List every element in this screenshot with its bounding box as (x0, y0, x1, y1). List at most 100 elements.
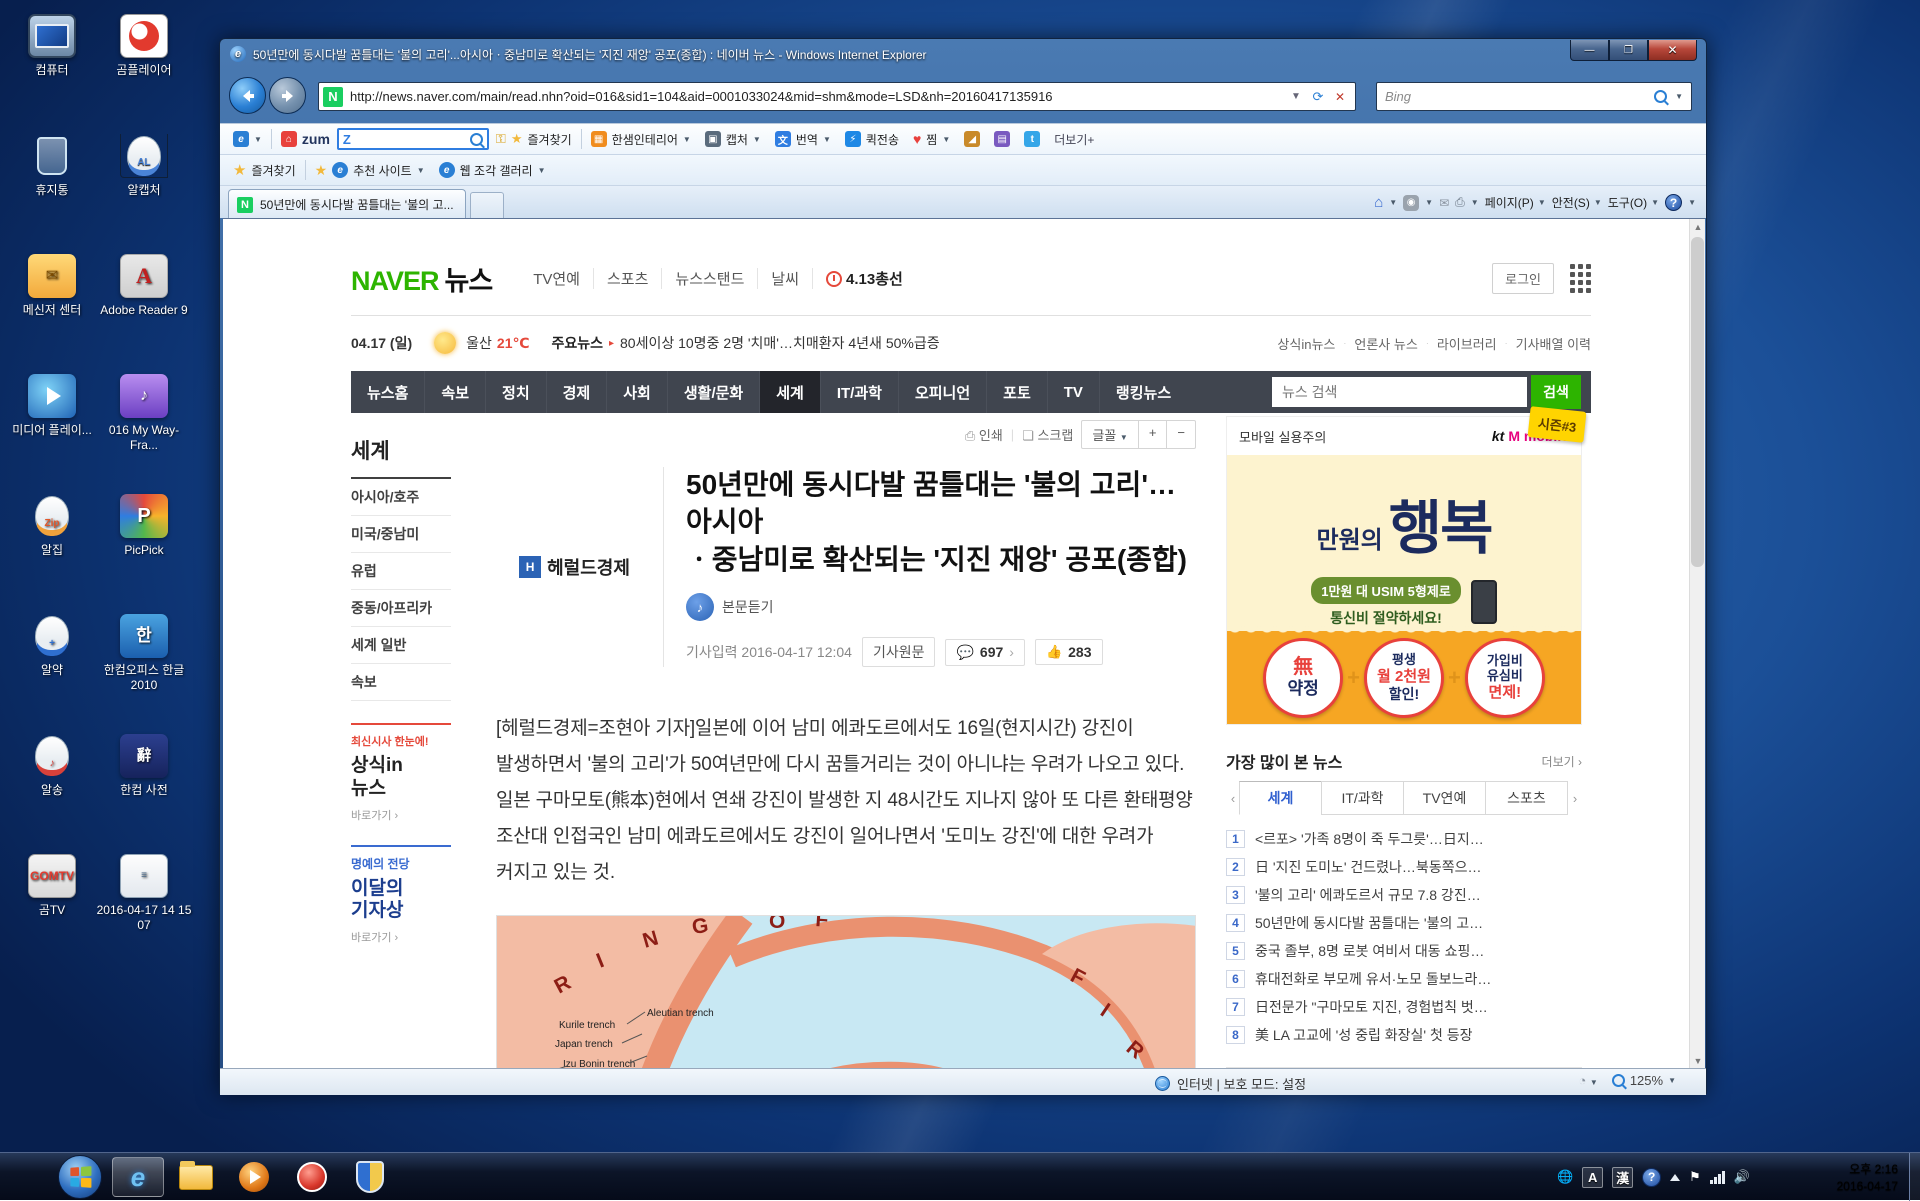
show-hidden-icons[interactable] (1670, 1174, 1680, 1181)
sidebar-item-asia[interactable]: 아시아/호주 (351, 479, 451, 516)
horn-button[interactable]: ◢ (957, 127, 987, 151)
network-icon[interactable] (1710, 1171, 1725, 1184)
nav-newshome[interactable]: 뉴스홈 (351, 371, 424, 413)
vertical-scrollbar[interactable]: ▲ ▼ (1689, 219, 1705, 1068)
taskbar-alyac-button[interactable] (344, 1157, 396, 1197)
help-icon[interactable]: ? (1665, 194, 1682, 211)
news-list-item[interactable]: 7 日전문가 "구마모토 지진, 경험법칙 벗… (1226, 993, 1582, 1021)
tab-tv-enter[interactable]: TV연예 (1403, 781, 1486, 815)
start-button[interactable] (58, 1155, 102, 1199)
refresh-icon[interactable]: ⟳ (1307, 89, 1329, 105)
address-bar[interactable]: N http://news.naver.com/main/read.nhn?oi… (318, 82, 1356, 111)
news-list-item[interactable]: 4 50년만에 동시다발 꿈틀대는 '불의 고… (1226, 909, 1582, 937)
forward-button[interactable] (269, 77, 306, 114)
sidebar-item-europe[interactable]: 유럽 (351, 553, 451, 590)
news-list-item[interactable]: 8 美 LA 고교에 '성 중립 화장실' 첫 등장 (1226, 1021, 1582, 1049)
desktop-icon-text-file[interactable]: ≡ 2016-04-17 14 15 07 (96, 854, 192, 933)
font-size-button[interactable]: 글꼴 ▼ (1082, 421, 1137, 448)
taskbar-ie-button[interactable]: e (112, 1157, 164, 1197)
rss-dropdown-icon[interactable]: ▼ (1425, 198, 1433, 207)
back-button[interactable] (229, 77, 266, 114)
magnifier-icon[interactable] (1654, 90, 1667, 103)
print-dropdown-icon[interactable]: ▼ (1471, 198, 1479, 207)
nav-tv[interactable]: TV (1047, 371, 1099, 413)
most-viewed-more-link[interactable]: 더보기 › (1542, 753, 1582, 770)
nav-it-science[interactable]: IT/과학 (820, 371, 898, 413)
original-article-button[interactable]: 기사원문 (862, 637, 936, 667)
news-list-item[interactable]: 3 '불의 고리' 에콰도르서 규모 7.8 강진… (1226, 881, 1582, 909)
maximize-button[interactable]: ❐ (1609, 40, 1648, 61)
menu-election[interactable]: 4.13총선 (812, 268, 916, 289)
link-press-news[interactable]: 언론사 뉴스 (1354, 334, 1417, 353)
desktop-icon-gomtv[interactable]: GOMTV 곰TV (4, 854, 100, 918)
search-box[interactable]: Bing ▼ (1376, 82, 1692, 111)
kt-mmobile-ad[interactable]: 시즌#3 모바일 실용주의 ktM mobile 만원의행복 1만원 대 USI… (1226, 416, 1582, 725)
nav-photo[interactable]: 포토 (986, 371, 1047, 413)
nav-opinion[interactable]: 오피니언 (898, 371, 986, 413)
twitter-button[interactable]: t (1017, 127, 1047, 151)
translate-button[interactable]: 文 번역▼ (768, 127, 838, 151)
web-slice-gallery-button[interactable]: e 웹 조각 갤러리▼ (432, 158, 553, 182)
desktop-icon-gom-player[interactable]: 곰플레이어 (96, 14, 192, 78)
page-menu[interactable]: 페이지(P)▼ (1485, 194, 1546, 211)
action-center-flag-icon[interactable]: ⚑ (1689, 1169, 1701, 1185)
link-commonsense[interactable]: 상식in뉴스 (1277, 334, 1335, 353)
favorites-button[interactable]: ★ 즐겨찾기 (226, 158, 303, 182)
tools-menu[interactable]: 도구(O)▼ (1608, 194, 1659, 211)
desktop-icon-picpick[interactable]: P PicPick (96, 494, 192, 558)
tab-sports[interactable]: 스포츠 (1485, 781, 1568, 815)
news-search-input[interactable] (1272, 377, 1527, 407)
zum-search-icon[interactable] (470, 133, 483, 146)
desktop-icon-alzip[interactable]: Zip 알집 (4, 494, 100, 558)
comments-button[interactable]: 💬697› (945, 639, 1024, 666)
search-dropdown-icon[interactable]: ▼ (1675, 92, 1683, 101)
nav-ranking[interactable]: 랭킹뉴스 (1099, 371, 1187, 413)
all-services-icon[interactable] (1570, 264, 1591, 293)
zum-home-button[interactable]: ⌂ zum (274, 127, 337, 151)
font-smaller-button[interactable]: − (1166, 421, 1195, 448)
menu-tv-enter[interactable]: TV연예 (520, 268, 593, 289)
link-article-history[interactable]: 기사배열 이력 (1516, 334, 1591, 353)
url-text[interactable]: http://news.naver.com/main/read.nhn?oid=… (350, 89, 1285, 104)
desktop-icon-alsong[interactable]: ♪ 알송 (4, 734, 100, 798)
menu-sports[interactable]: 스포츠 (593, 268, 661, 289)
promo-commonsense[interactable]: 최신시사 한눈에! 상식in뉴스 바로가기 › (351, 723, 451, 823)
show-desktop-button[interactable] (1909, 1153, 1920, 1201)
nav-breaking[interactable]: 속보 (424, 371, 485, 413)
stop-icon[interactable]: ✕ (1329, 90, 1351, 104)
naver-logo[interactable]: NAVER뉴스 (351, 259, 492, 298)
mail-icon[interactable]: ✉ (1439, 196, 1449, 210)
ime-help-icon[interactable]: ? (1642, 1168, 1661, 1187)
nav-life-culture[interactable]: 생활/문화 (667, 371, 759, 413)
scrap-button[interactable]: ❏ 스크랩 (1022, 425, 1073, 444)
compat-icon[interactable]: ◔ ▼ (1578, 1073, 1597, 1088)
taskbar-media-player-button[interactable] (228, 1157, 280, 1197)
font-bigger-button[interactable]: + (1138, 421, 1167, 448)
desktop-icon-recycle-bin[interactable]: 휴지통 (4, 134, 100, 198)
jjim-button[interactable]: ♥ 찜▼ (906, 127, 957, 151)
major-news-headline[interactable]: 80세이상 10명중 2명 '치매'…치매환자 4년새 50%급증 (620, 333, 940, 353)
news-search-button[interactable]: 검색 (1531, 375, 1581, 409)
close-button[interactable]: ✕ (1648, 40, 1697, 61)
desktop-icon-computer[interactable]: 컴퓨터 (4, 14, 100, 78)
new-tab-button[interactable] (470, 192, 504, 219)
link-library[interactable]: 라이브러리 (1437, 334, 1497, 353)
menu-newsstand[interactable]: 뉴스스탠드 (661, 268, 757, 289)
scroll-down-icon[interactable]: ▼ (1692, 1056, 1704, 1066)
scrollbar-thumb[interactable] (1691, 237, 1704, 567)
desktop-icon-alcapture[interactable]: AL 알캡처 (96, 134, 192, 198)
volume-icon[interactable]: 🔊 (1734, 1169, 1750, 1185)
help-dropdown-icon[interactable]: ▼ (1688, 198, 1696, 207)
safety-menu[interactable]: 안전(S)▼ (1552, 194, 1602, 211)
sidebar-item-world-general[interactable]: 세계 일반 (351, 627, 451, 664)
ie-addon-menu[interactable]: e ▼ (226, 127, 269, 151)
nav-society[interactable]: 사회 (606, 371, 667, 413)
tabs-next-icon[interactable]: › (1568, 791, 1582, 806)
ime-hanja-indicator[interactable]: 漢 (1612, 1167, 1633, 1188)
suggested-sites-button[interactable]: ★ e 추천 사이트▼ (308, 158, 432, 182)
taskbar-clock[interactable]: 오후 2:16 2016-04-17 (1837, 1161, 1898, 1196)
ime-a-indicator[interactable]: A (1582, 1167, 1603, 1188)
url-dropdown-icon[interactable]: ▼ (1285, 91, 1307, 102)
capture-button[interactable]: ▣ 캡처▼ (698, 127, 768, 151)
nav-world[interactable]: 세계 (759, 371, 820, 413)
